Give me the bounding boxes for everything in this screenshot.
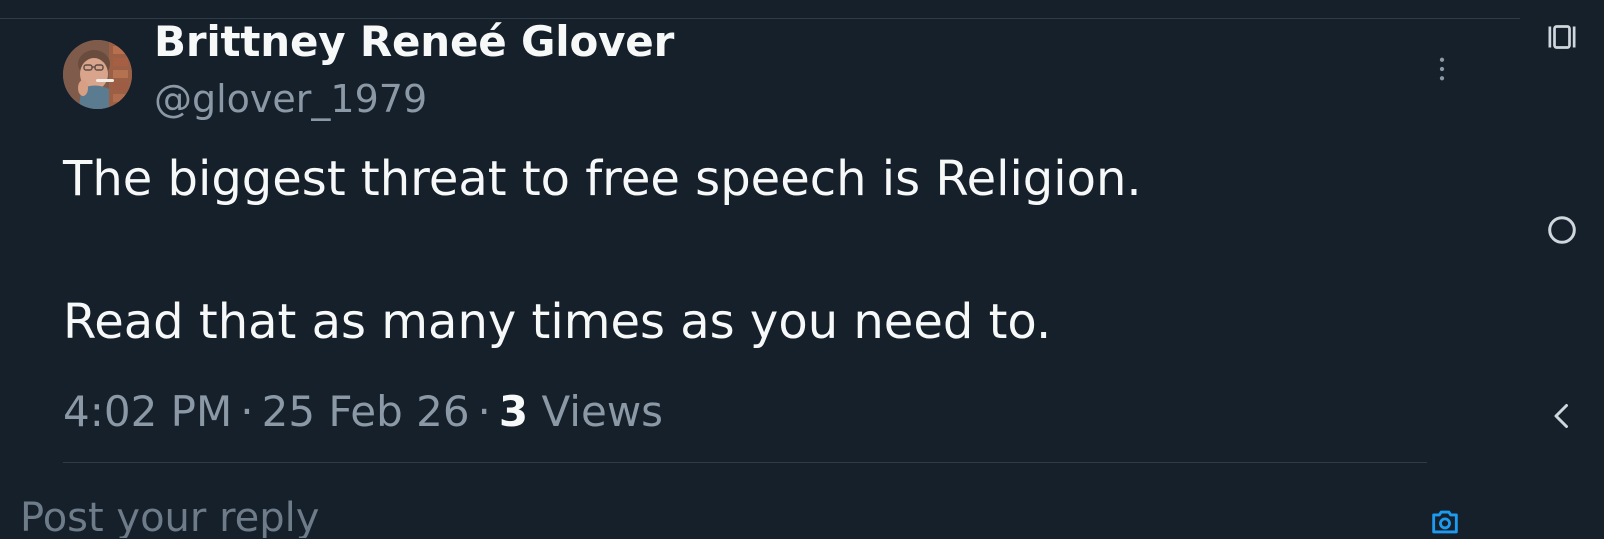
back-button[interactable] [1530, 384, 1594, 448]
views-count[interactable]: 3 [499, 387, 528, 436]
tweet-detail-view: Brittney Reneé Glover @glover_1979 The b… [0, 0, 1520, 538]
avatar-image-icon [63, 40, 132, 109]
tweet-date[interactable]: 25 Feb 26 [262, 387, 470, 436]
android-navigation-bar [1520, 0, 1604, 534]
home-icon [1548, 216, 1576, 244]
home-button[interactable] [1530, 198, 1594, 262]
tweet-text: The biggest threat to free speech is Rel… [63, 148, 1423, 353]
meta-separator: · [477, 387, 491, 436]
recent-apps-icon [1548, 25, 1576, 49]
user-handle[interactable]: @glover_1979 [154, 76, 427, 122]
more-options-button[interactable] [1425, 52, 1459, 86]
views-label[interactable]: Views [542, 387, 664, 436]
bottom-divider [63, 462, 1427, 463]
reply-input[interactable] [20, 498, 1460, 538]
tweet-meta: 4:02 PM · 25 Feb 26 · 3 Views [63, 387, 663, 437]
tweet-time[interactable]: 4:02 PM [63, 387, 232, 436]
meta-separator: · [240, 387, 254, 436]
avatar[interactable] [63, 40, 132, 109]
display-name[interactable]: Brittney Reneé Glover [154, 18, 674, 66]
recent-apps-button[interactable] [1530, 5, 1594, 69]
back-icon [1554, 404, 1568, 428]
tweet-text-line-2: Read that as many times as you need to. [63, 294, 1052, 350]
tweet-text-line-1: The biggest threat to free speech is Rel… [63, 151, 1142, 207]
more-vertical-icon [1439, 57, 1445, 81]
